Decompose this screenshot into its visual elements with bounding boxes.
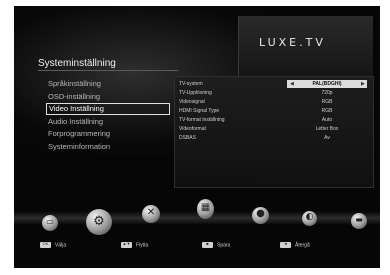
hint-label: Välja (55, 242, 67, 249)
hint-save: ■ Spara (202, 241, 231, 249)
title-divider (38, 70, 178, 71)
menu-item-language[interactable]: Språkinställning (46, 78, 186, 90)
setting-row-tv-format[interactable]: TV-format inställning Auto (179, 116, 369, 124)
setting-label: TV-Upplösning (179, 90, 212, 96)
menu-ball-tv-icon[interactable]: ▭ (42, 215, 58, 231)
brand-logo: LUXE.TV (259, 36, 326, 49)
menu-ball-media-icon[interactable]: ▦ (197, 199, 214, 219)
footer-hints: OK Välja ▲▼ Flytta ■ Spara ◄ Återgå (14, 238, 380, 258)
setting-row-tv-system[interactable]: TV-system PAL(BDGHI) ◀ ▶ (179, 80, 369, 88)
hint-back: ◄ Återgå (280, 241, 310, 249)
hint-select: OK Välja (40, 241, 67, 249)
hint-label: Flytta (136, 242, 149, 249)
setting-label: TV-system (179, 81, 203, 87)
menu-item-video[interactable]: Video Inställning (46, 103, 170, 115)
setting-value[interactable]: PAL(BDGHI) (287, 80, 367, 88)
setting-row-video-format[interactable]: Videoformat Letter Box (179, 125, 369, 133)
arrow-left-icon[interactable]: ◀ (290, 80, 294, 88)
settings-menu: Språkinställning OSD-inställning Video I… (46, 78, 186, 153)
video-settings-panel: TV-system PAL(BDGHI) ◀ ▶ TV-Upplösning 7… (174, 76, 374, 188)
setting-row-tv-resolution[interactable]: TV-Upplösning 720p (179, 89, 369, 97)
setting-value[interactable]: Av (287, 134, 367, 142)
menu-item-audio[interactable]: Audio Inställning (46, 116, 186, 128)
setting-row-video-signal[interactable]: Videosignal RGB (179, 98, 369, 106)
setting-label: DSBAS (179, 135, 196, 141)
menu-ball-info-icon[interactable]: ◐ (302, 211, 317, 226)
arrows-key-icon: ▲▼ (121, 241, 132, 248)
back-key-icon: ◄ (280, 241, 291, 248)
save-key-icon: ■ (202, 241, 213, 248)
menu-item-system-info[interactable]: Systeminformation (46, 141, 186, 153)
main-menu-carousel: ▭ ⚙ ✕ ▦ ● ◐ ▬ (14, 191, 380, 241)
menu-ball-game-icon[interactable]: ● (252, 207, 269, 224)
setting-label: Videosignal (179, 99, 205, 105)
tv-screen: ✦ LUXE.TV Systeminställning Språkinställ… (14, 6, 380, 268)
setting-row-hdmi-signal[interactable]: HDMI Signal Type RGB (179, 107, 369, 115)
setting-label: Videoformat (179, 126, 206, 132)
menu-item-osd[interactable]: OSD-inställning (46, 91, 186, 103)
ok-key-icon: OK (40, 241, 51, 248)
setting-row-dsbas[interactable]: DSBAS Av (179, 134, 369, 142)
menu-item-preprogramming[interactable]: Forprogrammering (46, 128, 186, 140)
setting-value[interactable]: Letter Box (287, 125, 367, 133)
menu-ball-tools-icon[interactable]: ▬ (351, 213, 367, 229)
hint-label: Återgå (295, 242, 310, 249)
hint-move: ▲▼ Flytta (121, 241, 149, 249)
setting-value[interactable]: RGB (287, 98, 367, 106)
menu-title: Systeminställning (38, 58, 116, 69)
setting-label: HDMI Signal Type (179, 108, 220, 114)
menu-ball-satellite-icon[interactable]: ✕ (142, 205, 160, 223)
channel-preview: ✦ LUXE.TV (238, 16, 373, 77)
setting-value[interactable]: 720p (287, 89, 367, 97)
hint-label: Spara (217, 242, 231, 249)
setting-value[interactable]: Auto (287, 116, 367, 124)
setting-label: TV-format inställning (179, 117, 225, 123)
setting-value[interactable]: RGB (287, 107, 367, 115)
arrow-right-icon[interactable]: ▶ (361, 80, 365, 88)
menu-ball-settings-icon[interactable]: ⚙ (86, 209, 112, 235)
